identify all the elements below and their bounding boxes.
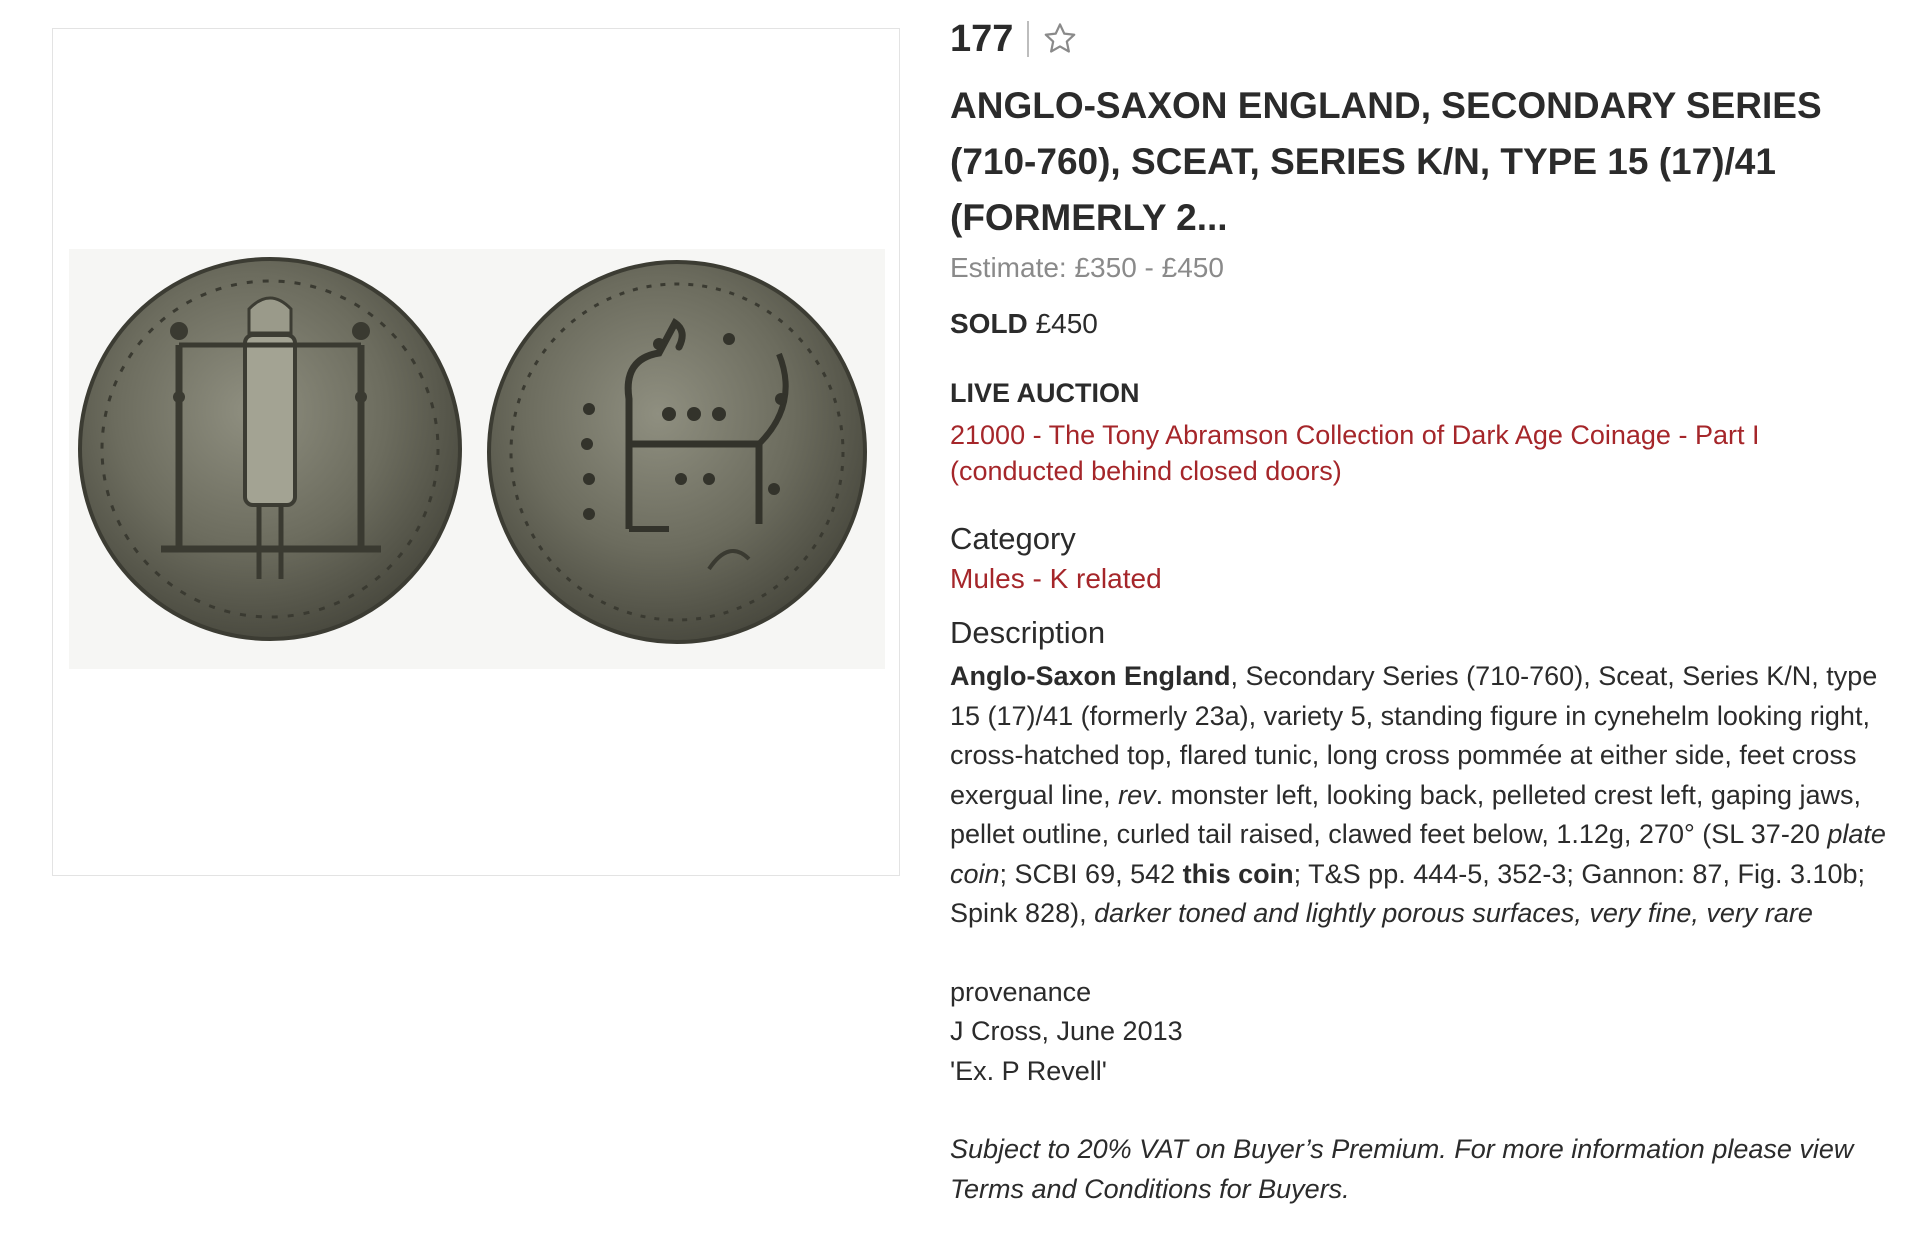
provenance-label: provenance xyxy=(950,976,1092,1007)
description-rev: rev xyxy=(1118,779,1156,810)
auction-link[interactable]: 21000 - The Tony Abramson Collection of … xyxy=(950,417,1895,489)
lot-header: 177 xyxy=(950,14,1895,64)
lot-title: ANGLO-SAXON ENGLAND, SECONDARY SERIES (7… xyxy=(950,85,1822,238)
coin-image xyxy=(78,257,867,644)
live-auction-label: LIVE AUCTION xyxy=(950,378,1140,408)
obverse-coin xyxy=(78,257,462,641)
provenance-block: provenance J Cross, June 2013 'Ex. P Rev… xyxy=(950,973,1895,1092)
coin-photo[interactable] xyxy=(69,249,885,669)
description-heading: Description xyxy=(950,615,1106,650)
reverse-coin xyxy=(487,260,867,644)
description-grade: darker toned and lightly porous surfaces… xyxy=(1094,898,1813,928)
category-heading: Category xyxy=(950,521,1076,556)
description-bold-lead: Anglo-Saxon England xyxy=(950,661,1231,691)
sold-status: SOLD £450 xyxy=(950,308,1895,340)
provenance-entry: 'Ex. P Revell' xyxy=(950,1055,1107,1086)
category-link[interactable]: Mules - K related xyxy=(950,561,1895,597)
sold-price: £450 xyxy=(1035,308,1098,339)
sold-label: SOLD xyxy=(950,308,1028,339)
lot-divider xyxy=(1027,21,1030,57)
description-this-coin: this coin xyxy=(1182,858,1294,889)
vat-note: Subject to 20% VAT on Buyer’s Premium. F… xyxy=(950,1134,1854,1204)
description-text: Anglo-Saxon England, Secondary Series (7… xyxy=(950,657,1895,934)
provenance-entry: J Cross, June 2013 xyxy=(950,1016,1183,1046)
description-part: ; SCBI 69, 542 xyxy=(999,858,1183,889)
lot-number: 177 xyxy=(950,17,1014,60)
lot-image-panel[interactable] xyxy=(52,28,900,876)
lot-details: 177 ANGLO-SAXON ENGLAND, SECONDARY SERIE… xyxy=(950,14,1895,1209)
star-outline-icon[interactable] xyxy=(1041,20,1079,58)
estimate: Estimate: £350 - £450 xyxy=(950,252,1224,283)
